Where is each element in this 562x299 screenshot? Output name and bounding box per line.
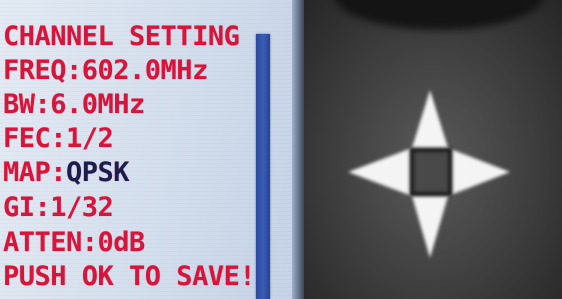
- lcd-screen: CHANNEL SETTING FREQ:602.0MHz BW:6.0MHz …: [0, 0, 304, 299]
- map-label: MAP:: [3, 157, 67, 188]
- bandwidth-setting[interactable]: BW:6.0MHz: [3, 90, 145, 120]
- freq-setting[interactable]: FREQ:602.0MHz: [3, 56, 208, 86]
- four-way-directional-pad-icon[interactable]: [304, 0, 562, 299]
- map-setting[interactable]: MAP:QPSK: [3, 157, 130, 188]
- save-prompt: PUSH OK TO SAVE!: [3, 261, 256, 292]
- screen-bezel-edge: [292, 0, 304, 299]
- ok-center-button[interactable]: [409, 147, 453, 197]
- fec-setting[interactable]: FEC:1/2: [3, 124, 114, 154]
- attenuation-setting[interactable]: ATTEN:0dB: [3, 228, 145, 258]
- map-value: QPSK: [66, 157, 130, 188]
- guard-interval-setting[interactable]: GI:1/32: [3, 193, 114, 223]
- lcd-scrollbar[interactable]: [256, 34, 270, 299]
- device-photo: CHANNEL SETTING FREQ:602.0MHz BW:6.0MHz …: [0, 0, 562, 299]
- keypad-panel: [304, 0, 562, 299]
- lcd-title: CHANNEL SETTING: [3, 21, 240, 52]
